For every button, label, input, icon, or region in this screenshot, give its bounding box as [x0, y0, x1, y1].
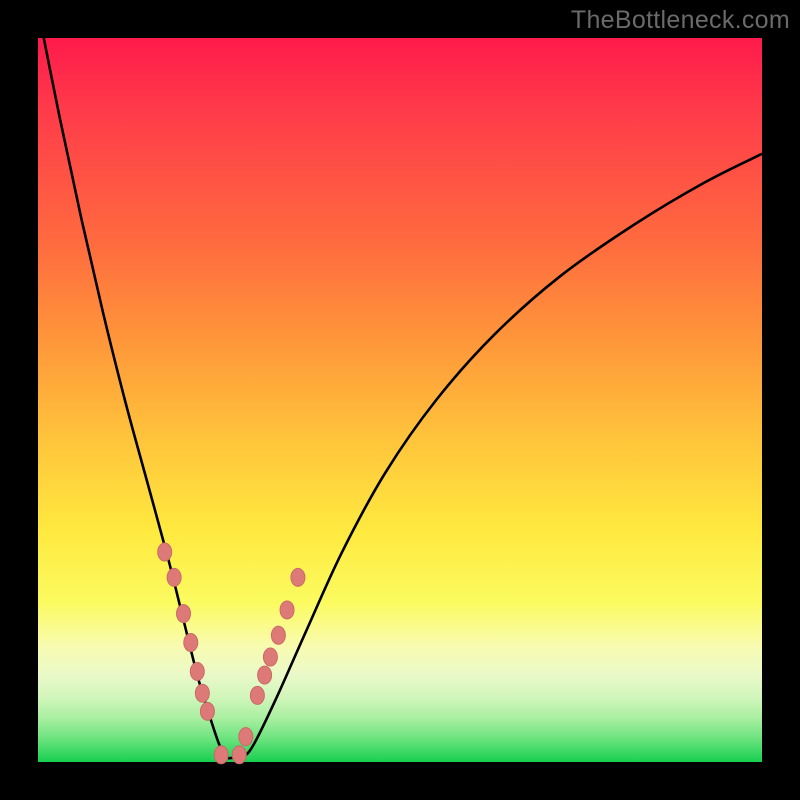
- curve-marker: [167, 568, 181, 586]
- chart-svg: [38, 38, 762, 762]
- curve-marker: [258, 666, 272, 684]
- chart-frame: TheBottleneck.com: [0, 0, 800, 800]
- curve-marker: [195, 684, 209, 702]
- curve-marker: [263, 648, 277, 666]
- watermark-text: TheBottleneck.com: [571, 6, 790, 35]
- curve-marker: [291, 568, 305, 586]
- curve-marker: [250, 686, 264, 704]
- plot-area: [38, 38, 762, 762]
- curve-marker: [177, 605, 191, 623]
- curve-marker: [214, 746, 228, 764]
- curve-marker: [190, 663, 204, 681]
- curve-marker: [239, 728, 253, 746]
- curve-marker: [200, 702, 214, 720]
- curve-markers: [158, 543, 305, 764]
- bottleneck-curve: [38, 9, 762, 758]
- curve-marker: [184, 634, 198, 652]
- curve-marker: [232, 746, 246, 764]
- curve-marker: [158, 543, 172, 561]
- curve-marker: [280, 601, 294, 619]
- curve-marker: [271, 626, 285, 644]
